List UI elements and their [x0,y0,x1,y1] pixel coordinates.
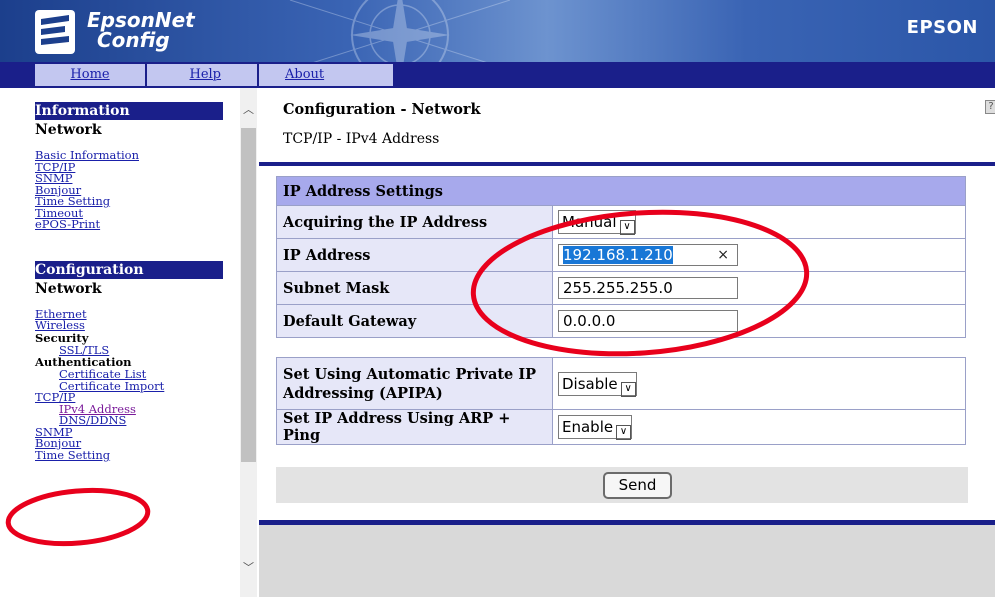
sidebar-link-config-time-setting[interactable]: Time Setting [35,449,235,462]
sidebar-information-network: Network [35,122,102,138]
ip-options-table: Set Using Automatic Private IP Addressin… [276,357,966,445]
help-icon[interactable]: ? [985,100,995,114]
sidebar-configuration-header: Configuration [35,260,223,279]
chevron-down-icon: ∨ [619,220,635,235]
epsonnet-logo-icon [35,10,75,54]
clear-input-icon[interactable]: × [717,245,729,265]
scroll-down-arrow-icon[interactable]: ﹀ [240,558,257,578]
ip-address-label: IP Address [276,238,553,272]
arp-ping-cell: Enable ∨ [552,409,966,445]
top-nav-bar: Home Help About [0,62,995,88]
arp-ping-select[interactable]: Enable ∨ [558,415,633,440]
nav-home-link[interactable]: Home [70,67,109,82]
sidebar-scrollbar[interactable]: ︿ ﹀ [240,88,257,597]
sidebar-configuration-network: Network [35,280,102,297]
subnet-mask-value: 255.255.255.0 [563,279,673,297]
banner: EpsonNet Config EPSON [0,0,995,62]
ip-address-value: 192.168.1.210 [563,246,673,264]
scroll-up-arrow-icon[interactable]: ︿ [240,100,257,120]
nav-help-link[interactable]: Help [189,67,221,82]
chevron-down-icon: ∨ [620,381,636,397]
default-gateway-value: 0.0.0.0 [563,312,616,330]
arp-ping-select-value: Enable [562,418,614,436]
apipa-select[interactable]: Disable ∨ [558,371,637,397]
sidebar-link-epos-print[interactable]: ePOS-Print [35,218,235,231]
nav-help-cell: Help [147,64,257,86]
sidebar-link-wireless[interactable]: Wireless [35,319,235,332]
subnet-mask-label: Subnet Mask [276,271,553,305]
scrollbar-thumb[interactable] [241,128,256,462]
epson-brand-logo: EPSON [906,17,978,38]
sidebar: Information Network Basic Information TC… [0,88,257,597]
epsonnet-config-logo: EpsonNet Config [35,6,245,58]
apipa-cell: Disable ∨ [552,357,966,410]
ip-address-settings-table: IP Address Settings Acquiring the IP Add… [276,176,966,338]
default-gateway-input[interactable]: 0.0.0.0 [558,310,738,332]
page-subtitle: TCP/IP - IPv4 Address [283,131,440,147]
send-bar: Send [276,467,968,503]
acquire-ip-label: Acquiring the IP Address [276,205,553,239]
logo-text-line2: Config [97,28,170,52]
ip-address-cell: 192.168.1.210 × [552,238,966,272]
chevron-down-icon: ∨ [616,425,632,440]
apipa-label: Set Using Automatic Private IP Addressin… [276,357,553,410]
nav-home-cell: Home [35,64,145,86]
main-content: Configuration - Network TCP/IP - IPv4 Ad… [259,88,995,597]
divider [259,162,995,166]
sidebar-menu: Information Network Basic Information TC… [35,102,235,461]
apipa-select-value: Disable [562,374,618,393]
acquire-ip-select-value: Manual [562,213,617,231]
default-gateway-cell: 0.0.0.0 [552,304,966,338]
acquire-ip-cell: Manual ∨ [552,205,966,239]
page-title: Configuration - Network [283,101,481,118]
compass-rose-graphic [289,0,511,62]
default-gateway-label: Default Gateway [276,304,553,338]
acquire-ip-select[interactable]: Manual ∨ [558,210,636,235]
footer-area [259,525,995,597]
subnet-mask-cell: 255.255.255.0 [552,271,966,305]
sidebar-information-header: Information [35,102,223,120]
nav-about-cell: About [259,64,393,86]
arp-ping-label: Set IP Address Using ARP + Ping [276,409,553,445]
subnet-mask-input[interactable]: 255.255.255.0 [558,277,738,299]
ip-address-input[interactable]: 192.168.1.210 × [558,244,738,266]
ip-settings-header: IP Address Settings [276,176,966,206]
send-button[interactable]: Send [603,472,672,499]
nav-about-link[interactable]: About [285,67,324,82]
